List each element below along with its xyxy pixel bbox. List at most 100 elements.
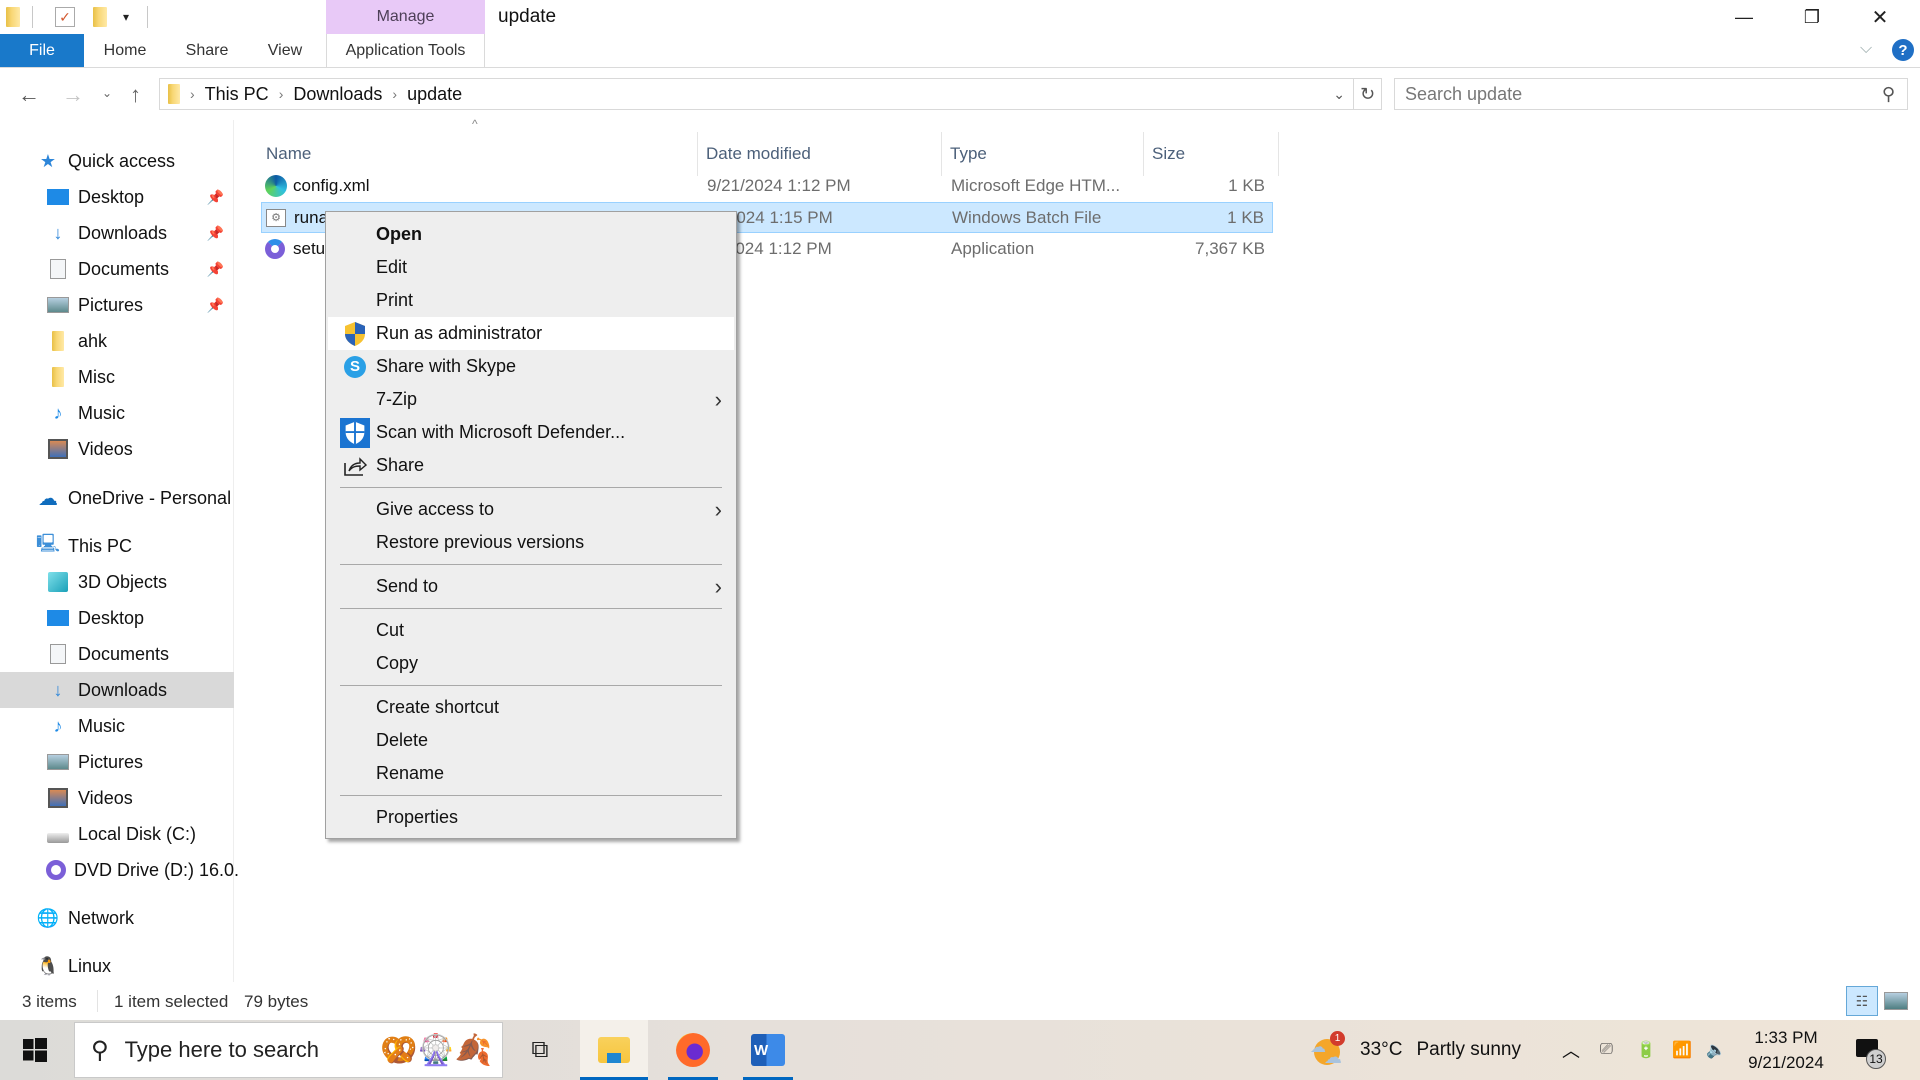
menu-item-properties[interactable]: Properties bbox=[328, 801, 734, 834]
taskbar-app-firefox[interactable] bbox=[662, 1020, 724, 1080]
sidebar-item-videos-pc[interactable]: Videos bbox=[0, 780, 234, 816]
sidebar-item-3d-objects[interactable]: 3D Objects bbox=[0, 564, 234, 600]
tab-home[interactable]: Home bbox=[96, 34, 154, 67]
sidebar-item-local-disk[interactable]: Local Disk (C:) bbox=[0, 816, 234, 852]
pin-icon[interactable]: 📌 bbox=[207, 189, 224, 206]
tab-view[interactable]: View bbox=[258, 34, 312, 67]
sidebar-item-downloads-pc[interactable]: ↓ Downloads bbox=[0, 672, 234, 708]
sidebar-item-downloads[interactable]: ↓ Downloads 📌 bbox=[0, 215, 234, 251]
title-bar: ✓ ▾ Manage update — ❐ ✕ bbox=[0, 0, 1920, 34]
sidebar-item-pictures[interactable]: Pictures 📌 bbox=[0, 287, 234, 323]
sidebar-item-misc[interactable]: Misc bbox=[0, 359, 234, 395]
start-button[interactable] bbox=[0, 1020, 70, 1080]
details-view-button[interactable]: ☷ bbox=[1846, 986, 1878, 1016]
menu-item-share[interactable]: Share bbox=[328, 449, 734, 482]
tab-file[interactable]: File bbox=[0, 34, 84, 67]
pin-icon[interactable]: 📌 bbox=[207, 261, 224, 278]
menu-item-send-to[interactable]: Send to › bbox=[328, 570, 734, 603]
menu-separator bbox=[340, 795, 722, 796]
menu-item-share-with-skype[interactable]: S Share with Skype bbox=[328, 350, 734, 383]
customize-toolbar-dropdown-icon[interactable]: ▾ bbox=[123, 10, 129, 24]
sidebar-item-desktop-pc[interactable]: Desktop bbox=[0, 600, 234, 636]
chevron-right-icon[interactable]: › bbox=[392, 86, 397, 102]
divider bbox=[147, 6, 149, 28]
properties-checkmark-icon[interactable]: ✓ bbox=[55, 7, 75, 27]
breadcrumb-update[interactable]: update bbox=[407, 84, 462, 105]
clock[interactable]: 1:33 PM 9/21/2024 bbox=[1742, 1020, 1830, 1080]
up-arrow-icon[interactable]: ↑ bbox=[130, 82, 141, 108]
wifi-icon[interactable]: 📶 bbox=[1672, 1020, 1692, 1080]
minimize-button[interactable]: — bbox=[1710, 0, 1778, 34]
sidebar-item-desktop[interactable]: Desktop 📌 bbox=[0, 179, 234, 215]
menu-item-create-shortcut[interactable]: Create shortcut bbox=[328, 691, 734, 724]
file-row[interactable]: config.xml 9/21/2024 1:12 PM Microsoft E… bbox=[261, 171, 1273, 202]
menu-item-open[interactable]: Open bbox=[328, 218, 734, 251]
sidebar-item-this-pc[interactable]: 🖳 This PC bbox=[0, 528, 234, 564]
batch-file-icon: ⚙ bbox=[266, 203, 286, 232]
pin-icon[interactable]: 📌 bbox=[207, 297, 224, 314]
menu-item-cut[interactable]: Cut bbox=[328, 614, 734, 647]
sidebar-item-documents-pc[interactable]: Documents bbox=[0, 636, 234, 672]
sidebar-item-videos[interactable]: Videos bbox=[0, 431, 234, 467]
address-bar[interactable]: › This PC › Downloads › update ⌄ bbox=[159, 78, 1354, 110]
camera-icon[interactable]: ⎚ bbox=[1600, 1020, 1613, 1080]
sidebar-item-network[interactable]: 🌐 Network bbox=[0, 900, 234, 936]
column-header-name[interactable]: Name bbox=[258, 132, 698, 176]
sidebar-item-label: Local Disk (C:) bbox=[78, 823, 197, 844]
taskbar-app-word[interactable]: W bbox=[737, 1020, 799, 1080]
menu-item-print[interactable]: Print bbox=[328, 284, 734, 317]
3d-objects-icon bbox=[46, 571, 70, 593]
expand-ribbon-chevron-icon[interactable]: ⌵ bbox=[1860, 40, 1872, 58]
address-dropdown-chevron-icon[interactable]: ⌄ bbox=[1333, 86, 1345, 103]
tab-application-tools[interactable]: Application Tools bbox=[326, 34, 485, 67]
large-icons-view-button[interactable] bbox=[1884, 992, 1908, 1010]
back-arrow-icon[interactable]: ← bbox=[18, 82, 40, 108]
menu-item-rename[interactable]: Rename bbox=[328, 757, 734, 790]
tab-share[interactable]: Share bbox=[178, 34, 236, 67]
sidebar-item-onedrive[interactable]: ☁ OneDrive - Personal bbox=[0, 480, 234, 516]
breadcrumb-this-pc[interactable]: This PC bbox=[205, 84, 269, 105]
recent-locations-chevron-icon[interactable]: ⌄ bbox=[102, 86, 112, 100]
battery-icon[interactable]: 🔋 bbox=[1636, 1020, 1656, 1080]
sidebar-item-music[interactable]: ♪ Music bbox=[0, 395, 234, 431]
help-icon[interactable]: ? bbox=[1892, 39, 1914, 61]
menu-item-7-zip[interactable]: 7-Zip › bbox=[328, 383, 734, 416]
column-header-size[interactable]: Size bbox=[1144, 132, 1279, 176]
weather-widget[interactable]: ☁ ☁ 1 33°C Partly sunny bbox=[1310, 1020, 1521, 1080]
search-input[interactable]: Search update ⚲ bbox=[1394, 78, 1908, 110]
menu-item-copy[interactable]: Copy bbox=[328, 647, 734, 680]
forward-arrow-icon[interactable]: → bbox=[62, 82, 84, 108]
menu-item-label: Share bbox=[376, 455, 425, 475]
maximize-button[interactable]: ❐ bbox=[1778, 0, 1846, 34]
sidebar-item-documents[interactable]: Documents 📌 bbox=[0, 251, 234, 287]
task-view-button[interactable]: ⧉ bbox=[515, 1020, 565, 1080]
refresh-button[interactable]: ↻ bbox=[1354, 78, 1382, 110]
menu-item-edit[interactable]: Edit bbox=[328, 251, 734, 284]
menu-item-run-as-administrator[interactable]: Run as administrator bbox=[328, 317, 734, 350]
close-button[interactable]: ✕ bbox=[1846, 0, 1914, 34]
new-folder-icon[interactable] bbox=[93, 7, 107, 27]
breadcrumb-downloads[interactable]: Downloads bbox=[293, 84, 382, 105]
sidebar-item-pictures-pc[interactable]: Pictures bbox=[0, 744, 234, 780]
menu-item-delete[interactable]: Delete bbox=[328, 724, 734, 757]
menu-item-restore-previous-versions[interactable]: Restore previous versions bbox=[328, 526, 734, 559]
volume-icon[interactable]: 🔈 bbox=[1706, 1020, 1726, 1080]
notification-center-button[interactable]: 13 bbox=[1856, 1020, 1896, 1080]
menu-item-give-access-to[interactable]: Give access to › bbox=[328, 493, 734, 526]
show-hidden-icons-button[interactable]: ︿ bbox=[1562, 1020, 1580, 1080]
sidebar-item-dvd-drive[interactable]: DVD Drive (D:) 16.0. bbox=[0, 852, 239, 888]
column-header-type[interactable]: Type bbox=[942, 132, 1144, 176]
taskbar-search-box[interactable]: ⚲ Type here to search 🥨🎡🍂 bbox=[74, 1022, 503, 1078]
search-icon[interactable]: ⚲ bbox=[1882, 84, 1895, 105]
window-title: update bbox=[498, 6, 557, 27]
sidebar-item-quick-access[interactable]: ★ Quick access bbox=[0, 143, 234, 179]
menu-item-scan-with-defender[interactable]: Scan with Microsoft Defender... bbox=[328, 416, 734, 449]
taskbar-app-file-explorer[interactable] bbox=[580, 1020, 648, 1080]
pin-icon[interactable]: 📌 bbox=[207, 225, 224, 242]
chevron-right-icon[interactable]: › bbox=[279, 86, 284, 102]
disk-icon bbox=[46, 823, 70, 845]
sidebar-item-music-pc[interactable]: ♪ Music bbox=[0, 708, 234, 744]
sidebar-item-ahk[interactable]: ahk bbox=[0, 323, 234, 359]
sidebar-item-linux[interactable]: 🐧 Linux bbox=[0, 948, 234, 984]
column-header-date-modified[interactable]: Date modified bbox=[698, 132, 942, 176]
